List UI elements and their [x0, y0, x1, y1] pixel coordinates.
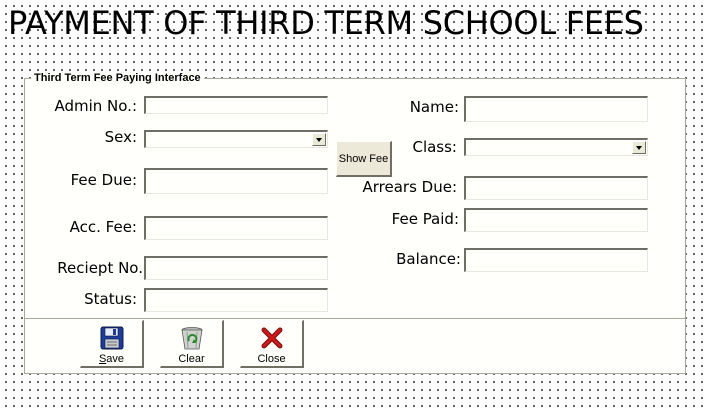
acc-fee-label: Acc. Fee: — [69, 218, 137, 236]
groupbox-legend: Third Term Fee Paying Interface — [31, 72, 204, 84]
balance-label: Balance: — [396, 250, 461, 268]
recycle-bin-icon — [181, 327, 202, 350]
toolbar-divider — [25, 318, 685, 319]
class-label: Class: — [412, 138, 457, 156]
status-input[interactable] — [144, 288, 328, 312]
reciept-no-label: Reciept No. — [57, 259, 143, 277]
admin-no-label: Admin No.: — [54, 97, 137, 115]
fee-due-input[interactable] — [144, 168, 328, 194]
close-button[interactable]: Close — [240, 320, 304, 368]
reciept-no-input[interactable] — [144, 256, 328, 280]
status-label: Status: — [84, 290, 137, 308]
fee-paid-input[interactable] — [464, 208, 648, 232]
name-input[interactable] — [464, 96, 648, 122]
sex-label: Sex: — [104, 128, 137, 146]
sex-dropdown[interactable] — [144, 130, 328, 148]
show-fee-button[interactable]: Show Fee — [336, 141, 392, 177]
fee-paid-label: Fee Paid: — [391, 210, 459, 228]
save-label: Save — [98, 353, 125, 365]
balance-input[interactable] — [464, 248, 648, 272]
close-label: Close — [257, 353, 286, 365]
admin-no-input[interactable] — [144, 96, 328, 114]
acc-fee-input[interactable] — [144, 216, 328, 240]
class-dropdown[interactable] — [464, 138, 648, 156]
arrears-due-label: Arrears Due: — [362, 178, 457, 196]
chevron-down-icon[interactable] — [632, 141, 646, 154]
chevron-down-icon[interactable] — [312, 133, 326, 146]
clear-label: Clear — [178, 353, 205, 365]
floppy-disk-icon — [100, 326, 123, 350]
name-label: Name: — [409, 98, 459, 116]
clear-button[interactable]: Clear — [160, 320, 224, 368]
fee-due-label: Fee Due: — [70, 171, 137, 189]
red-x-icon — [261, 327, 282, 349]
page-title: PAYMENT OF THIRD TERM SCHOOL FEES — [8, 4, 644, 42]
save-button[interactable]: Save — [80, 320, 144, 368]
arrears-due-input[interactable] — [464, 176, 648, 200]
